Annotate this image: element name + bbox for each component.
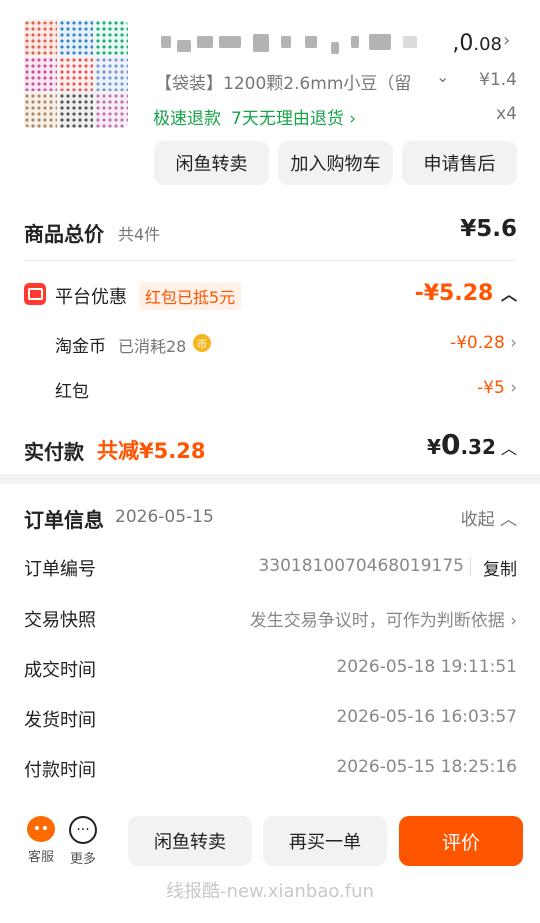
resell-button[interactable]: 闲鱼转卖 bbox=[154, 141, 269, 185]
divider bbox=[470, 557, 471, 575]
taojinbi-note: 已消耗28 bbox=[118, 337, 187, 356]
product-description: 【袋装】1200颗2.6mm小豆（留 bbox=[155, 74, 412, 94]
thumb-cell bbox=[24, 20, 58, 55]
chevron-up-icon: ︿ bbox=[500, 510, 517, 530]
total-count: 共4件 bbox=[118, 225, 161, 244]
platform-discount-badge: 红包已抵5元 bbox=[139, 282, 242, 310]
hongbao-row-link[interactable]: -¥5 › bbox=[477, 378, 517, 398]
watermark-text: 线报酷-new.xianbao.fun bbox=[166, 881, 374, 902]
pay-time-value: 2026-05-15 18:25:16 bbox=[336, 757, 517, 777]
thumb-cell bbox=[59, 56, 93, 92]
platform-discount-toggle[interactable]: -¥5.28 ︿ bbox=[415, 281, 517, 306]
snapshot-link[interactable]: 发生交易争议时，可作为判断依据 › bbox=[250, 606, 517, 631]
platform-discount-label: 平台优惠 bbox=[55, 287, 127, 308]
taojinbi-row-link[interactable]: -¥0.28 › bbox=[450, 333, 517, 353]
tag-7day-return[interactable]: 7天无理由退货 › bbox=[231, 104, 356, 129]
rebuy-button[interactable]: 再买一单 bbox=[263, 816, 387, 866]
deal-time-value: 2026-05-18 19:11:51 bbox=[336, 657, 517, 677]
order-number-label: 订单编号 bbox=[24, 559, 96, 580]
divider bbox=[24, 260, 516, 261]
taojinbi-value: -¥0.28 bbox=[449, 333, 505, 353]
tag-7day-return-label: 7天无理由退货 bbox=[231, 109, 344, 129]
order-number-value: 3301810070468019175 bbox=[258, 556, 464, 576]
bottom-bar: 客服 ··· 更多 闲鱼转卖 再买一单 评价 线报酷-new.xianbao.f… bbox=[0, 797, 540, 923]
thumb-cell bbox=[59, 93, 93, 128]
add-to-cart-button[interactable]: 加入购物车 bbox=[278, 141, 393, 185]
pay-time-label: 付款时间 bbox=[24, 760, 96, 781]
more-label: 更多 bbox=[69, 852, 96, 867]
thumb-cell bbox=[59, 20, 93, 55]
unit-price: ¥1.4 bbox=[479, 70, 517, 90]
product-price: ,0.08 bbox=[452, 31, 502, 56]
snapshot-label: 交易快照 bbox=[24, 610, 96, 631]
paid-amount-toggle[interactable]: ¥0.32 ︿ bbox=[427, 428, 517, 461]
deal-time-label: 成交时间 bbox=[24, 660, 96, 681]
paid-saved: 共减¥5.28 bbox=[97, 439, 206, 463]
thumb-cell bbox=[94, 93, 128, 128]
paid-label: 实付款 bbox=[24, 440, 84, 464]
more-icon: ··· bbox=[69, 816, 97, 844]
bottom-resell-button[interactable]: 闲鱼转卖 bbox=[128, 816, 252, 866]
chevron-up-icon: ︿ bbox=[500, 285, 517, 304]
chevron-up-icon: ︿ bbox=[500, 439, 517, 458]
paid-currency: ¥ bbox=[427, 435, 441, 459]
total-value: ¥5.6 bbox=[460, 216, 517, 242]
service-label: 客服 bbox=[27, 850, 54, 865]
taojinbi-label: 淘金币 bbox=[55, 337, 106, 357]
collapse-button[interactable]: 收起 ︿ bbox=[461, 505, 517, 530]
coupon-icon bbox=[24, 283, 46, 305]
thumb-cell bbox=[24, 56, 58, 92]
customer-service-button[interactable]: 客服 bbox=[20, 816, 62, 865]
chevron-right-icon: › bbox=[510, 611, 517, 631]
copy-button[interactable]: 复制 bbox=[483, 555, 517, 580]
review-button[interactable]: 评价 bbox=[399, 816, 523, 866]
more-button[interactable]: ··· 更多 bbox=[62, 816, 104, 867]
thumb-cell bbox=[94, 20, 128, 55]
chevron-right-icon: › bbox=[510, 333, 517, 353]
service-icon bbox=[27, 816, 55, 842]
total-label: 商品总价 bbox=[24, 222, 104, 246]
chevron-right-icon: › bbox=[510, 378, 517, 398]
quantity: x4 bbox=[496, 104, 517, 124]
thumb-cell bbox=[24, 93, 58, 128]
thumb-cell bbox=[94, 56, 128, 92]
store-name-redacted[interactable] bbox=[155, 28, 445, 56]
order-info-title: 订单信息 bbox=[24, 508, 104, 532]
tag-fast-refund: 极速退款 bbox=[153, 109, 221, 129]
coin-icon: 币 bbox=[193, 334, 211, 352]
price-main-suffix: .08 bbox=[473, 34, 502, 55]
hongbao-label: 红包 bbox=[55, 382, 89, 402]
paid-integer: 0 bbox=[440, 428, 461, 461]
chevron-down-icon[interactable]: ⌄ bbox=[436, 67, 449, 86]
ship-time-value: 2026-05-16 16:03:57 bbox=[336, 707, 517, 727]
collapse-label: 收起 bbox=[460, 510, 495, 530]
chevron-right-icon[interactable]: › bbox=[503, 30, 510, 51]
product-thumbnail[interactable] bbox=[24, 20, 128, 128]
snapshot-value: 发生交易争议时，可作为判断依据 bbox=[249, 611, 505, 631]
paid-decimal: .32 bbox=[460, 435, 496, 459]
platform-discount-value: -¥5.28 bbox=[414, 281, 494, 306]
ship-time-label: 发货时间 bbox=[24, 710, 96, 731]
price-main-prefix: ,0 bbox=[452, 31, 474, 56]
hongbao-value: -¥5 bbox=[477, 378, 505, 398]
order-info-date: 2026-05-15 bbox=[115, 507, 214, 527]
section-separator bbox=[0, 474, 540, 484]
after-sales-button[interactable]: 申请售后 bbox=[402, 141, 517, 185]
